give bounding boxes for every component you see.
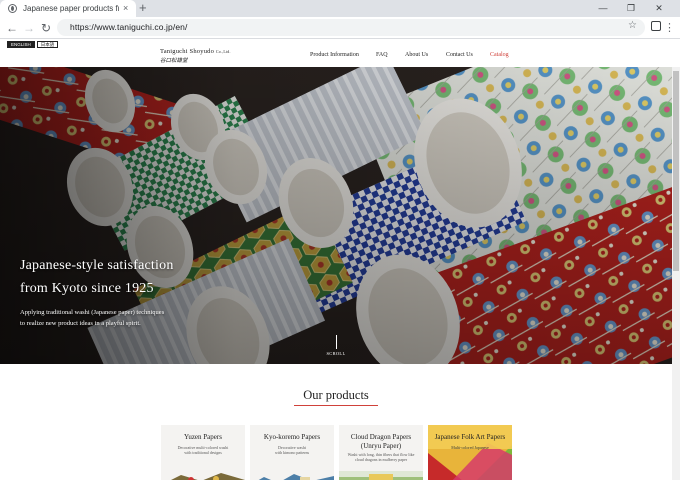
new-tab-button[interactable]: + [139, 1, 147, 15]
browser-toolbar: ← → ↻ https://www.taniguchi.co.jp/en/ ☆ … [0, 17, 680, 39]
minimize-button[interactable]: — [592, 0, 614, 17]
scroll-label: SCROLL [326, 351, 346, 356]
url-text: https://www.taniguchi.co.jp/en/ [70, 22, 188, 32]
menu-icon[interactable]: ⋮ [664, 20, 675, 36]
scroll-line-icon [335, 335, 337, 349]
card-thumbnail [339, 471, 423, 480]
card-thumbnail [161, 471, 245, 480]
logo-name: Taniguchi Shoyudo Co.,Ltd. [160, 48, 231, 55]
product-card-kyo-koremo[interactable]: Kyo-koremo Papers Decorative washi with k… [250, 425, 334, 480]
tab-close-icon[interactable]: × [123, 4, 128, 13]
card-title: Kyo-koremo Papers [263, 433, 321, 441]
forward-icon[interactable]: → [21, 20, 37, 36]
product-card-folk-art[interactable]: Japanese Folk Art Papers Multi-colored J… [428, 425, 512, 480]
card-desc: Multi-colored Japanese [451, 445, 489, 450]
star-icon[interactable]: ☆ [628, 17, 637, 34]
language-switcher: ENGLISH 日本語 [7, 41, 59, 48]
products-heading-underline [294, 405, 378, 406]
scrollbar-thumb[interactable] [673, 71, 679, 271]
hero-title: Japanese-style satisfaction from Kyoto s… [20, 258, 174, 296]
tab-title: Japanese paper products from [23, 4, 119, 13]
lang-english-button[interactable]: ENGLISH [7, 41, 35, 48]
reload-icon[interactable]: ↻ [38, 20, 54, 36]
card-title: Yuzen Papers [184, 433, 222, 441]
product-card-cloud-dragon[interactable]: Cloud Dragon Papers (Unryu Paper) Washi w… [339, 425, 423, 480]
card-desc: Decorative multi-colored washi with tradi… [177, 445, 229, 455]
scroll-indicator[interactable]: SCROLL [325, 335, 347, 356]
hero-subtitle: Applying traditional washi (Japanese pap… [20, 309, 165, 327]
card-title: Japanese Folk Art Papers [434, 433, 506, 441]
window-close-button[interactable]: ✕ [648, 0, 670, 17]
nav-contact-us[interactable]: Contact Us [446, 52, 473, 58]
address-bar[interactable]: https://www.taniguchi.co.jp/en/ [57, 19, 645, 36]
card-thumbnail [250, 471, 334, 480]
nav-faq[interactable]: FAQ [376, 52, 388, 58]
nav-product-information[interactable]: Product Information [310, 52, 359, 58]
nav-catalog[interactable]: Catalog [490, 52, 509, 58]
nav-about-us[interactable]: About Us [405, 52, 428, 58]
web-page: ENGLISH 日本語 Taniguchi Shoyudo Co.,Ltd. 谷… [0, 39, 680, 480]
logo-kanji: 谷口松雄堂 [160, 58, 188, 64]
page-scrollbar[interactable] [672, 67, 680, 480]
lang-japanese-button[interactable]: 日本語 [36, 41, 59, 48]
card-desc: Washi with long, thin fibers that flow l… [347, 452, 415, 462]
card-title: Cloud Dragon Papers (Unryu Paper) [350, 433, 412, 450]
tab-strip: Japanese paper products from × + — ❐ ✕ [0, 0, 680, 17]
extension-icon[interactable] [651, 21, 661, 31]
product-card-yuzen[interactable]: Yuzen Papers Decorative multi-colored wa… [161, 425, 245, 480]
back-icon[interactable]: ← [4, 20, 20, 36]
card-desc: Decorative washi with kimono patterns [275, 445, 309, 455]
site-logo[interactable]: Taniguchi Shoyudo Co.,Ltd. 谷口松雄堂 [160, 48, 231, 64]
browser-tab[interactable]: Japanese paper products from × [0, 0, 136, 17]
maximize-button[interactable]: ❐ [620, 0, 642, 17]
products-heading: Our products [303, 388, 369, 402]
globe-icon [8, 4, 17, 13]
hero-banner: Japanese-style satisfaction from Kyoto s… [0, 67, 672, 364]
